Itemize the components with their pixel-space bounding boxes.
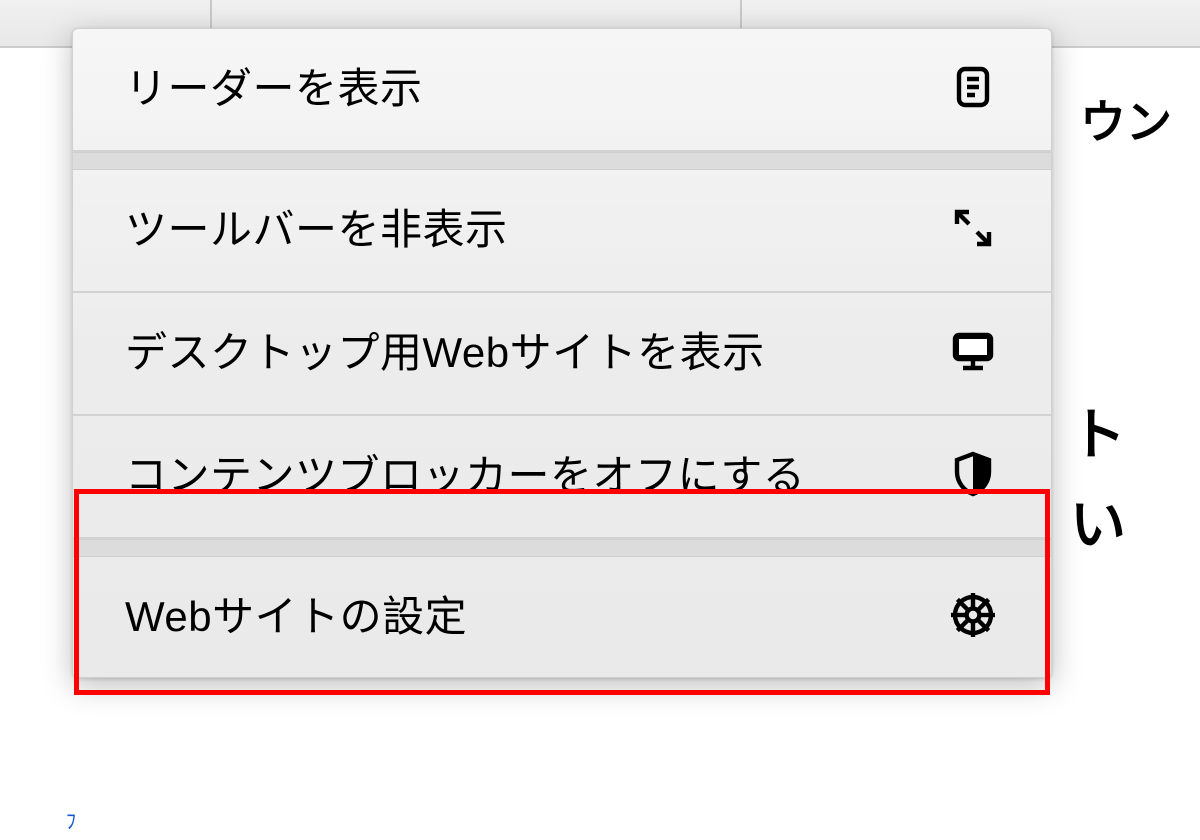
page-settings-menu: リーダーを表示 ツールバーを非表示 デスクトップ用Webサイトを表示 — [72, 28, 1052, 678]
menu-section-separator — [73, 152, 1051, 170]
expand-arrows-icon — [943, 200, 1003, 252]
menu-item-turn-off-content-blockers[interactable]: コンテンツブロッカーをオフにする — [73, 416, 1051, 539]
menu-item-label: コンテンツブロッカーをオフにする — [125, 446, 943, 507]
menu-item-label: ツールバーを非表示 — [125, 200, 943, 261]
menu-item-label: Webサイトの設定 — [125, 587, 943, 648]
reader-icon — [943, 59, 1003, 111]
menu-item-show-reader[interactable]: リーダーを表示 — [73, 29, 1051, 152]
menu-item-label: デスクトップ用Webサイトを表示 — [125, 323, 943, 384]
background-text-fragment: ﾌ — [66, 805, 76, 834]
menu-item-hide-toolbar[interactable]: ツールバーを非表示 — [73, 170, 1051, 293]
background-text-fragment: ト — [1070, 390, 1126, 471]
gear-icon — [943, 587, 1003, 639]
menu-section-separator — [73, 539, 1051, 557]
menu-item-request-desktop-site[interactable]: デスクトップ用Webサイトを表示 — [73, 293, 1051, 416]
background-text-fragment: ウン — [1080, 86, 1172, 152]
menu-item-website-settings[interactable]: Webサイトの設定 — [73, 557, 1051, 678]
shield-icon — [943, 446, 1003, 498]
menu-item-label: リーダーを表示 — [125, 59, 943, 120]
background-text-fragment: い — [1070, 480, 1126, 561]
desktop-icon — [943, 323, 1003, 375]
